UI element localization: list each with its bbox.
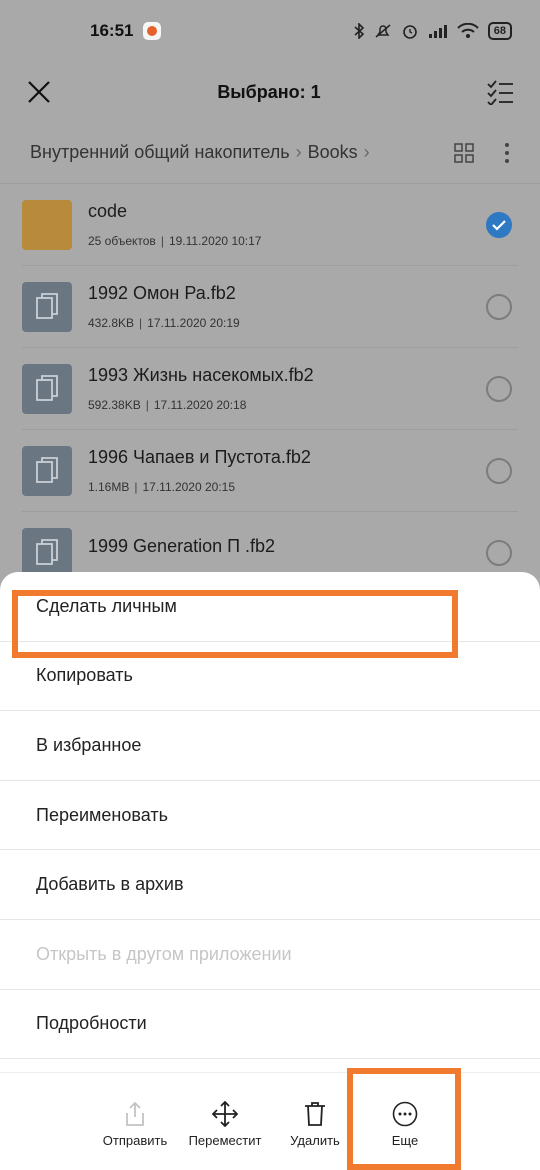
file-meta: 25 объектов | 19.11.2020 10:17 (88, 234, 486, 248)
file-size: 592.38KB (88, 398, 141, 412)
status-time: 16:51 (90, 21, 134, 40)
file-name: code (88, 201, 128, 221)
battery-indicator: 68 (487, 22, 512, 40)
file-name: 1992 Омон Ра.fb2 (88, 283, 236, 303)
highlight-box-make-private (12, 590, 458, 658)
document-icon (22, 445, 72, 496)
chevron-right-icon: › (295, 142, 302, 162)
breadcrumb-root[interactable]: Внутренний общий накопитель (30, 142, 290, 163)
file-info: code 25 объектов | 19.11.2020 10:17 (88, 201, 486, 248)
move-label: Переместит (188, 1133, 262, 1148)
grid-view-icon[interactable] (454, 142, 474, 163)
unselected-checkbox[interactable] (486, 457, 512, 484)
select-all-icon[interactable] (486, 79, 514, 105)
file-size: 432.8KB (88, 316, 135, 330)
delete-label: Удалить (290, 1133, 340, 1148)
file-name: 1999 Generation П .fb2 (88, 536, 276, 556)
menu-item-open-with: Открыть в другом приложении (0, 920, 540, 990)
more-vert-icon[interactable] (504, 142, 510, 164)
folder-icon (22, 199, 72, 250)
selection-count-title: Выбрано: 1 (217, 81, 321, 102)
trash-icon (305, 1102, 325, 1126)
file-size: 1.16MB (88, 480, 130, 494)
bluetooth-icon (354, 23, 364, 39)
menu-item-details[interactable]: Подробности (0, 990, 540, 1060)
wifi-icon (457, 23, 479, 38)
meta-separator: | (134, 480, 138, 494)
unselected-checkbox[interactable] (486, 375, 512, 402)
status-icons: 68 (353, 22, 512, 40)
file-name: 1993 Жизнь насекомых.fb2 (88, 365, 314, 385)
file-info: 1993 Жизнь насекомых.fb2 592.38KB | 17.11.… (88, 365, 486, 412)
file-date: 19.11.2020 10:17 (168, 234, 262, 248)
alarm-icon (402, 25, 417, 39)
file-row[interactable]: 1992 Омон Ра.fb2 432.8KB | 17.11.2020 20:1… (22, 266, 518, 348)
meta-separator: | (139, 316, 143, 330)
meta-separator: | (160, 234, 164, 248)
breadcrumb: Внутренний общий накопитель › Books › (0, 122, 540, 184)
file-meta: 592.38KB | 17.11.2020 20:18 (88, 398, 486, 412)
file-size: 25 объектов (88, 234, 156, 248)
document-icon (22, 527, 72, 578)
menu-item-favorites[interactable]: В избранное (0, 711, 540, 781)
actions-bottom-sheet: Сделать личным Копировать В избранное Пе… (0, 572, 540, 1170)
file-info: 1996 Чапаев и Пустота.fb2 1.16MB | 17.11.2… (88, 447, 486, 494)
send-label: Отправить (102, 1133, 168, 1148)
meta-separator: | (145, 398, 149, 412)
file-meta: 432.8KB | 17.11.2020 20:19 (88, 316, 486, 330)
file-info: 1992 Омон Ра.fb2 432.8KB | 17.11.2020 20:1… (88, 283, 486, 330)
close-icon[interactable] (26, 79, 52, 105)
move-button[interactable]: Переместит (180, 1073, 270, 1170)
selected-checkbox[interactable] (486, 211, 512, 238)
file-row-folder-code[interactable]: code 25 объектов | 19.11.2020 10:17 (22, 184, 518, 266)
chevron-right-icon: › (363, 142, 370, 162)
move-icon (212, 1101, 238, 1127)
file-date: 17.11.2020 20:18 (153, 398, 247, 412)
view-actions (454, 142, 510, 164)
document-icon (22, 281, 72, 332)
mute-alarm-icon (375, 24, 391, 38)
file-name: 1996 Чапаев и Пустота.fb2 (88, 447, 311, 467)
send-button[interactable]: Отправить (90, 1073, 180, 1170)
selection-top-bar: Выбрано: 1 (0, 62, 540, 122)
document-icon (22, 363, 72, 414)
file-meta: 1.16MB | 17.11.2020 20:15 (88, 480, 486, 494)
menu-item-archive[interactable]: Добавить в архив (0, 850, 540, 920)
file-date: 17.11.2020 20:19 (147, 316, 240, 330)
file-row[interactable]: 1996 Чапаев и Пустота.fb2 1.16MB | 17.11.2… (22, 430, 518, 512)
file-info: 1999 Generation П .fb2 (88, 536, 486, 569)
signal-icon (428, 25, 447, 38)
status-bar: 16:51 68 (0, 0, 540, 62)
file-row[interactable]: 1993 Жизнь насекомых.fb2 592.38KB | 17.11.… (22, 348, 518, 430)
highlight-box-more (347, 1068, 461, 1170)
breadcrumb-current[interactable]: Books (308, 142, 358, 163)
checkmark-icon (492, 219, 506, 231)
unselected-checkbox[interactable] (486, 539, 512, 566)
share-icon (126, 1101, 144, 1126)
unselected-checkbox[interactable] (486, 293, 512, 320)
notification-app-icon (143, 22, 162, 40)
file-date: 17.11.2020 20:15 (142, 480, 236, 494)
menu-item-rename[interactable]: Переименовать (0, 781, 540, 851)
file-list: code 25 объектов | 19.11.2020 10:17 1992 О… (0, 184, 540, 594)
